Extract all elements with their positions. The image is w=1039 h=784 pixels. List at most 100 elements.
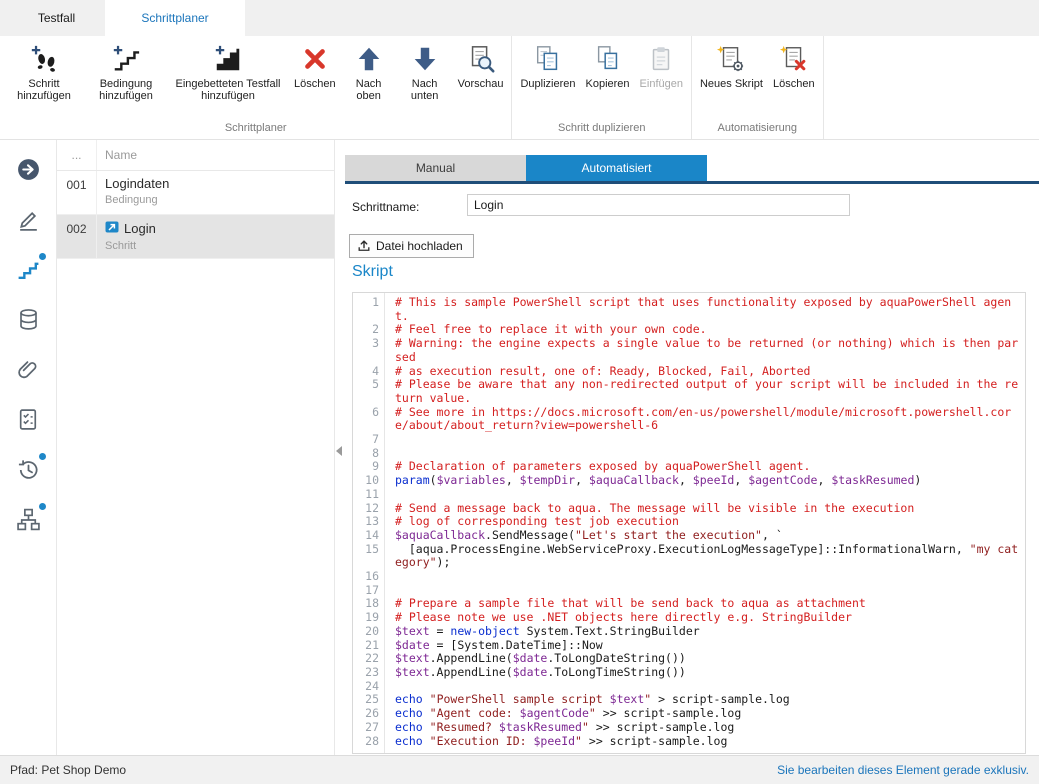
code-line: 6# See more in https://docs.microsoft.co…: [353, 406, 1025, 433]
line-number: 3: [353, 337, 384, 364]
notification-dot: [39, 453, 46, 460]
code-line: 15 [aqua.ProcessEngine.WebServiceProxy.E…: [353, 543, 1025, 570]
ribbon-button-label: Schritt hinzufügen: [8, 78, 80, 102]
ribbon-group-label: Schritt duplizieren: [515, 121, 688, 139]
ribbon-group: Duplizieren Kopieren Einfügen Schritt dupli…: [512, 36, 692, 139]
line-number: 23: [353, 666, 384, 680]
add-embedded-testcase-button[interactable]: Eingebetteten Testfall hinzufügen: [167, 40, 289, 104]
move-down-button[interactable]: Nach unten: [397, 40, 453, 104]
preview-button[interactable]: Vorschau: [453, 40, 509, 92]
ribbon-button-label: Neues Skript: [700, 78, 763, 90]
code-line: 18# Prepare a sample file that will be s…: [353, 597, 1025, 611]
script-section-heading: Skript: [352, 263, 393, 281]
ribbon-button-label: Vorschau: [458, 78, 504, 90]
ribbon: Schritt hinzufügen Bedingung hinzufügen Ei…: [0, 36, 1039, 140]
ribbon-button-label: Bedingung hinzufügen: [90, 78, 162, 102]
detail-panel: Manual Automatisiert Schrittname: Datei …: [345, 140, 1039, 755]
code-line: 17: [353, 584, 1025, 598]
line-number: 18: [353, 597, 384, 611]
delete-script-button[interactable]: Löschen: [768, 40, 820, 92]
sidebar-item-data[interactable]: [8, 302, 48, 342]
tab-manual[interactable]: Manual: [345, 155, 526, 181]
line-number: 17: [353, 584, 384, 598]
checklist-icon: [16, 407, 41, 437]
status-bar: Pfad: Pet Shop Demo Sie bearbeiten diese…: [0, 755, 1039, 784]
code-line: 11: [353, 488, 1025, 502]
code-line: 27echo "Resumed? $taskResumed" >> script…: [353, 721, 1025, 735]
line-number: 13: [353, 515, 384, 529]
steps-list: 001LogindatenBedingung002LoginSchritt: [57, 171, 334, 259]
tab-schrittplaner[interactable]: Schrittplaner: [105, 0, 245, 36]
line-number: 15: [353, 543, 384, 570]
paste-button[interactable]: Einfügen: [635, 40, 688, 92]
new-script-button[interactable]: Neues Skript: [695, 40, 768, 92]
code-line: 1# This is sample PowerShell script that…: [353, 296, 1025, 323]
sidebar-item-executions[interactable]: [8, 402, 48, 442]
sitemap-icon: [16, 507, 41, 537]
code-line: 2# Feel free to replace it with your own…: [353, 323, 1025, 337]
ribbon-button-label: Löschen: [773, 78, 815, 90]
line-number: 9: [353, 460, 384, 474]
upload-icon: [357, 238, 371, 255]
steps-add-icon: [111, 42, 141, 76]
sidebar-item-step-designer[interactable]: [8, 252, 48, 292]
ribbon-group: Neues Skript Löschen Automatisierung: [692, 36, 824, 139]
detail-tabs: Manual Automatisiert: [345, 155, 707, 181]
sidebar: [0, 140, 57, 755]
steps-icon: [16, 257, 41, 287]
delete-step-button[interactable]: Löschen: [289, 40, 341, 92]
code-line: 10param($variables, $tempDir, $aquaCallb…: [353, 474, 1025, 488]
code-line: 22$text.AppendLine($date.ToLongDateStrin…: [353, 652, 1025, 666]
line-number: 1: [353, 296, 384, 323]
tab-automatisiert[interactable]: Automatisiert: [526, 155, 707, 181]
sidebar-item-expand-nav[interactable]: [8, 152, 48, 192]
line-number: 19: [353, 611, 384, 625]
tab-testfall[interactable]: Testfall: [8, 0, 105, 36]
copy-button[interactable]: Kopieren: [581, 40, 635, 92]
ribbon-group-label: Automatisierung: [695, 121, 820, 139]
sidebar-item-history[interactable]: [8, 452, 48, 492]
steps-list-panel: ... Name 001LogindatenBedingung002LoginS…: [57, 140, 335, 755]
code-line: 24: [353, 680, 1025, 694]
add-step-button[interactable]: Schritt hinzufügen: [3, 40, 85, 104]
ribbon-button-label: Nach oben: [346, 78, 392, 102]
collapse-panel-arrow[interactable]: [336, 446, 342, 456]
ribbon-button-label: Löschen: [294, 78, 336, 90]
status-path: Pfad: Pet Shop Demo: [10, 763, 126, 777]
ribbon-button-label: Kopieren: [586, 78, 630, 90]
duplicate-icon: [533, 42, 563, 76]
add-condition-button[interactable]: Bedingung hinzufügen: [85, 40, 167, 104]
line-number: 24: [353, 680, 384, 694]
step-name-input[interactable]: [467, 194, 850, 216]
edit-icon: [16, 207, 41, 237]
list-item[interactable]: 001LogindatenBedingung: [57, 171, 334, 215]
line-number: 21: [353, 639, 384, 653]
line-number: 14: [353, 529, 384, 543]
step-title: Login: [105, 220, 156, 237]
upload-file-button[interactable]: Datei hochladen: [349, 234, 474, 258]
line-number: 5: [353, 378, 384, 405]
list-item[interactable]: 002LoginSchritt: [57, 215, 334, 259]
sidebar-item-attachments[interactable]: [8, 352, 48, 392]
sidebar-item-dependencies[interactable]: [8, 502, 48, 542]
line-number: 16: [353, 570, 384, 584]
move-up-button[interactable]: Nach oben: [341, 40, 397, 104]
code-line: 12# Send a message back to aqua. The mes…: [353, 502, 1025, 516]
sidebar-item-edit[interactable]: [8, 202, 48, 242]
step-title-text: Login: [124, 221, 156, 236]
line-number: 26: [353, 707, 384, 721]
column-header-name: Name: [97, 148, 137, 162]
step-number: 002: [57, 215, 97, 258]
app-window: Testfall Schrittplaner Schritt hinzufüge…: [0, 0, 1039, 784]
notification-dot: [39, 253, 46, 260]
line-number: 10: [353, 474, 384, 488]
delete-script-icon: [779, 42, 809, 76]
script-editor[interactable]: 1# This is sample PowerShell script that…: [352, 292, 1026, 754]
code-line: 9# Declaration of parameters exposed by …: [353, 460, 1025, 474]
code-line: 19# Please note we use .NET objects here…: [353, 611, 1025, 625]
ribbon-group-label: Schrittplaner: [3, 121, 508, 139]
paste-icon: [646, 42, 676, 76]
duplicate-button[interactable]: Duplizieren: [515, 40, 580, 92]
code-line: 25echo "PowerShell sample script $text" …: [353, 693, 1025, 707]
ribbon-button-label: Eingebetteten Testfall hinzufügen: [172, 78, 284, 102]
